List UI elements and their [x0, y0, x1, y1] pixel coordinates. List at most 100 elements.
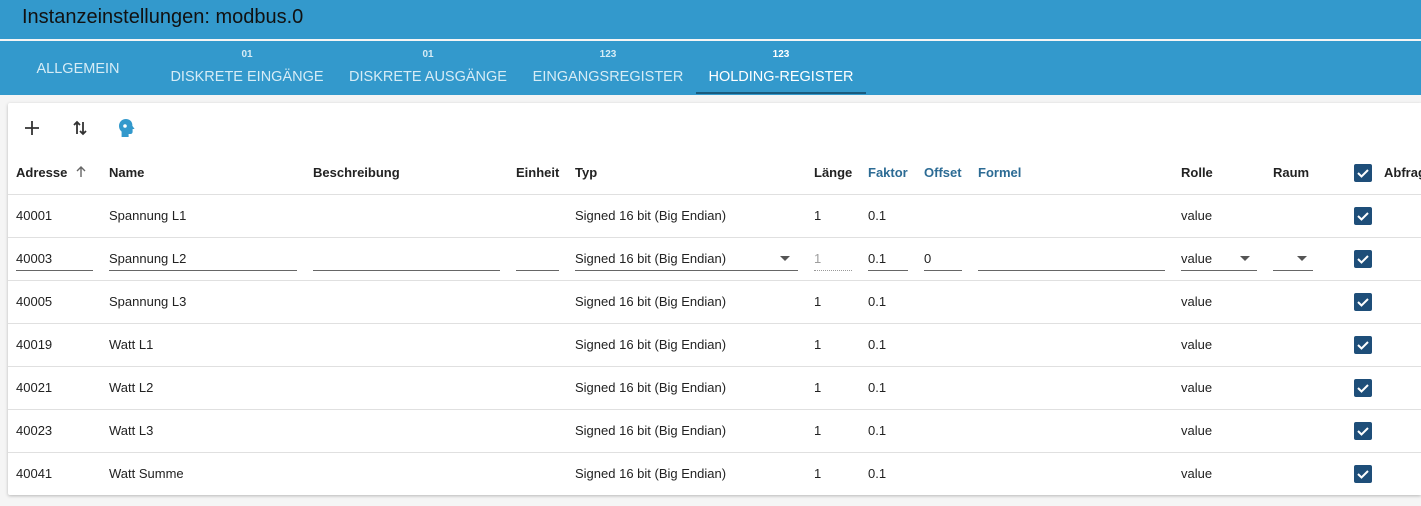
cell-role: value — [1181, 208, 1213, 223]
poll-checkbox[interactable] — [1354, 379, 1372, 397]
formula-input[interactable] — [978, 245, 1165, 271]
poll-checkbox[interactable] — [1354, 465, 1372, 483]
cell-factor: 0.1 — [868, 294, 887, 309]
chevron-down-icon — [1240, 256, 1250, 261]
col-name[interactable]: Name — [109, 165, 144, 180]
cell-factor: 0.1 — [868, 208, 887, 223]
sort-icon[interactable] — [68, 116, 92, 140]
cell-length: 1 — [814, 294, 822, 309]
table-row-editing[interactable]: 40003 Spannung L2 Signed 16 bit (Big End… — [8, 238, 1421, 281]
sort-asc-icon — [76, 166, 86, 177]
cell-address: 40041 — [16, 466, 53, 481]
col-role[interactable]: Rolle — [1181, 165, 1213, 180]
tab-diskrete-eingaenge[interactable]: 01 DISKRETE EINGÄNGE — [158, 41, 336, 95]
unit-input[interactable] — [516, 245, 559, 271]
cell-factor: 0.1 — [868, 466, 887, 481]
head-profile-icon[interactable] — [114, 116, 138, 140]
select-all-checkbox[interactable] — [1354, 164, 1372, 182]
cell-address: 40001 — [16, 208, 53, 223]
cell-length: 1 — [814, 423, 822, 438]
cell-address: 40021 — [16, 380, 53, 395]
cell-type: Signed 16 bit (Big Endian) — [575, 466, 727, 481]
tab-badge: 01 — [422, 49, 434, 60]
poll-checkbox[interactable] — [1354, 422, 1372, 440]
col-address[interactable]: Adresse — [16, 165, 88, 180]
cell-role: value — [1181, 466, 1213, 481]
col-length[interactable]: Länge — [814, 165, 852, 180]
cell-address: 40005 — [16, 294, 53, 309]
description-input[interactable] — [313, 245, 500, 271]
tab-diskrete-ausgaenge[interactable]: 01 DISKRETE AUSGÄNGE — [336, 41, 520, 95]
col-offset[interactable]: Offset — [924, 165, 962, 180]
cell-length: 1 — [814, 380, 822, 395]
cell-role: value — [1181, 337, 1213, 352]
table-row[interactable]: 40001 Spannung L1 Signed 16 bit (Big End… — [8, 195, 1421, 238]
window-title: Instanzeinstellungen: modbus.0 — [22, 6, 304, 28]
poll-checkbox[interactable] — [1354, 207, 1372, 225]
add-icon[interactable] — [20, 116, 44, 140]
title-bar: Instanzeinstellungen: modbus.0 — [0, 0, 1421, 39]
col-type[interactable]: Typ — [575, 165, 597, 180]
offset-input[interactable]: 0 — [924, 245, 962, 271]
tab-holding-register[interactable]: 123 HOLDING-REGISTER — [696, 41, 866, 95]
col-poll[interactable]: Abfrag — [1384, 165, 1421, 180]
cell-length: 1 — [814, 466, 822, 481]
poll-checkbox[interactable] — [1354, 293, 1372, 311]
cell-name: Watt L2 — [109, 380, 154, 395]
tab-label: EINGANGSREGISTER — [532, 69, 684, 85]
tab-eingangsregister[interactable]: 123 EINGANGSREGISTER — [520, 41, 696, 95]
table-row[interactable]: 40019 Watt L1 Signed 16 bit (Big Endian)… — [8, 324, 1421, 367]
cell-name: Spannung L3 — [109, 294, 187, 309]
tab-badge: 123 — [599, 49, 617, 60]
cell-factor: 0.1 — [868, 380, 887, 395]
cell-address: 40023 — [16, 423, 53, 438]
poll-checkbox[interactable] — [1354, 250, 1372, 268]
cell-name: Watt L1 — [109, 337, 154, 352]
address-input[interactable]: 40003 — [16, 245, 93, 271]
chevron-down-icon — [1297, 256, 1307, 261]
cell-type: Signed 16 bit (Big Endian) — [575, 208, 727, 223]
cell-type: Signed 16 bit (Big Endian) — [575, 337, 727, 352]
cell-factor: 0.1 — [868, 423, 887, 438]
table-row[interactable]: 40041 Watt Summe Signed 16 bit (Big Endi… — [8, 453, 1421, 495]
col-description[interactable]: Beschreibung — [313, 165, 400, 180]
cell-role: value — [1181, 423, 1213, 438]
col-unit[interactable]: Einheit — [516, 165, 559, 180]
table-header: Adresse Name Beschreibung Einheit Typ Lä… — [8, 151, 1421, 195]
cell-length: 1 — [814, 208, 822, 223]
type-select[interactable]: Signed 16 bit (Big Endian) — [575, 245, 798, 271]
tab-bar: ALLGEMEIN 01 DISKRETE EINGÄNGE 01 DISKRE… — [0, 41, 1421, 95]
cell-name: Watt L3 — [109, 423, 154, 438]
cell-type: Signed 16 bit (Big Endian) — [575, 380, 727, 395]
cell-type: Signed 16 bit (Big Endian) — [575, 294, 727, 309]
cell-type: Signed 16 bit (Big Endian) — [575, 423, 727, 438]
tab-label: DISKRETE EINGÄNGE — [170, 69, 324, 85]
active-tab-indicator — [696, 92, 866, 94]
cell-address: 40019 — [16, 337, 53, 352]
name-input[interactable]: Spannung L2 — [109, 245, 297, 271]
cell-name: Spannung L1 — [109, 208, 187, 223]
tab-label: ALLGEMEIN — [36, 61, 120, 77]
tab-badge: 123 — [772, 49, 790, 60]
cell-role: value — [1181, 294, 1213, 309]
cell-factor: 0.1 — [868, 337, 887, 352]
table-row[interactable]: 40021 Watt L2 Signed 16 bit (Big Endian)… — [8, 367, 1421, 410]
chevron-down-icon — [780, 256, 790, 261]
factor-input[interactable]: 0.1 — [868, 245, 908, 271]
room-select[interactable] — [1273, 245, 1313, 271]
length-input: 1 — [814, 245, 852, 271]
table-row[interactable]: 40023 Watt L3 Signed 16 bit (Big Endian)… — [8, 410, 1421, 453]
table-row[interactable]: 40005 Spannung L3 Signed 16 bit (Big End… — [8, 281, 1421, 324]
col-formula[interactable]: Formel — [978, 165, 1021, 180]
tab-allgemein[interactable]: ALLGEMEIN — [22, 41, 134, 95]
tab-badge: 01 — [241, 49, 253, 60]
cell-length: 1 — [814, 337, 822, 352]
col-factor[interactable]: Faktor — [868, 165, 908, 180]
col-room[interactable]: Raum — [1273, 165, 1309, 180]
role-select[interactable]: value — [1181, 245, 1257, 271]
tab-label: DISKRETE AUSGÄNGE — [349, 69, 507, 85]
tab-label: HOLDING-REGISTER — [708, 69, 854, 85]
cell-name: Watt Summe — [109, 466, 184, 481]
poll-checkbox[interactable] — [1354, 336, 1372, 354]
register-table-card: Adresse Name Beschreibung Einheit Typ Lä… — [8, 103, 1421, 495]
